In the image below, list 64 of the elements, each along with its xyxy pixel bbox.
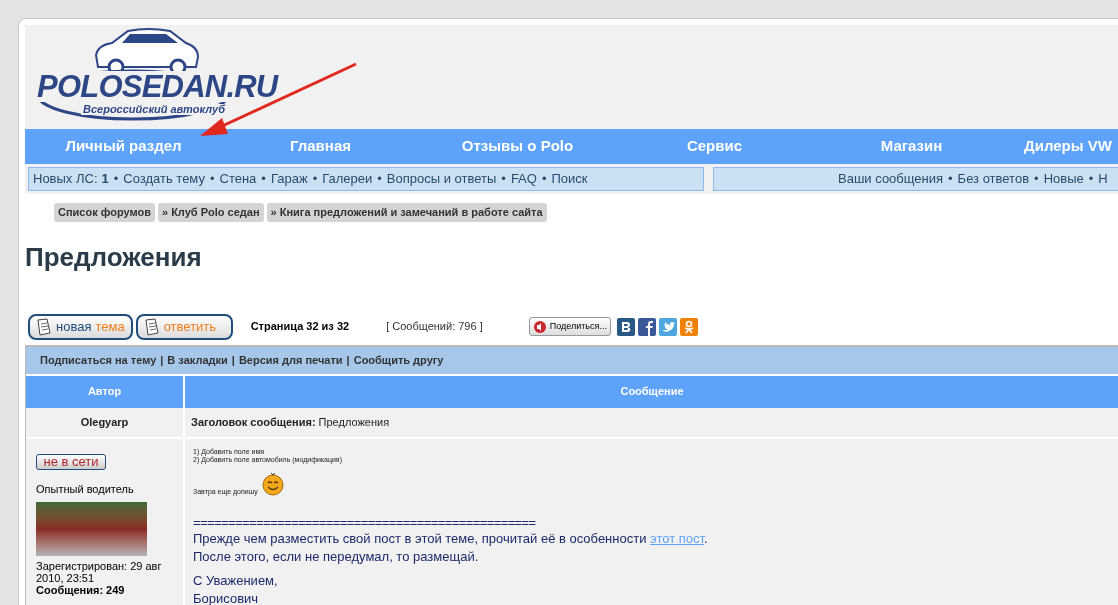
link-separator: | bbox=[231, 352, 235, 368]
quick-link[interactable]: Галереи bbox=[322, 169, 373, 189]
topic-tool-link[interactable]: Сообщить другу bbox=[353, 351, 444, 369]
document-icon bbox=[36, 317, 52, 336]
user-rank: Опытный водитель bbox=[36, 481, 135, 497]
bullet-separator: • bbox=[261, 170, 266, 189]
bullet-separator: • bbox=[501, 170, 506, 189]
topic-tool-link[interactable]: В закладки bbox=[167, 351, 228, 369]
button-label: ответить bbox=[163, 317, 217, 336]
breadcrumb-link[interactable]: » Клуб Polo седан bbox=[157, 203, 264, 222]
signature-line: С Уважением, bbox=[193, 571, 279, 590]
topic-tool-link[interactable]: Версия для печати bbox=[238, 351, 343, 369]
breadcrumb-link[interactable]: Список форумов bbox=[54, 203, 155, 222]
odnoklassniki-icon[interactable] bbox=[679, 317, 698, 336]
new-messages-count[interactable]: 1 bbox=[101, 169, 109, 189]
share-button[interactable]: Поделиться... bbox=[528, 317, 611, 336]
notice-punctuation: . bbox=[704, 530, 708, 546]
link-separator: | bbox=[160, 352, 164, 368]
column-header: Сообщение bbox=[619, 384, 685, 400]
page-indicator: Страница 32 из 32 bbox=[250, 319, 350, 335]
quick-link[interactable]: Создать тему bbox=[123, 169, 205, 189]
notice-text: Прежде чем разместить свой пост в этой теме, прочитай её в особенности bbox=[193, 530, 647, 546]
quick-link[interactable]: Стена bbox=[219, 169, 257, 189]
new-messages-label: Новых ЛС: bbox=[33, 170, 98, 189]
user-post-count: Сообщения: 249 bbox=[36, 584, 126, 596]
bullet-separator: • bbox=[1034, 170, 1039, 189]
button-label: тема bbox=[95, 317, 125, 336]
subject-label: Заголовок сообщения: bbox=[191, 414, 316, 430]
quick-link[interactable]: Вопросы и ответы bbox=[386, 169, 497, 189]
quick-link[interactable]: Без ответов bbox=[957, 169, 1030, 189]
post-count: [ Сообщений: 796 ] bbox=[386, 319, 483, 335]
subject-text: Предложения bbox=[318, 414, 390, 430]
bullet-separator: • bbox=[948, 170, 953, 189]
page-title: Предложения bbox=[25, 243, 203, 270]
quick-link[interactable]: Гараж bbox=[270, 169, 308, 189]
notice-text: После этого, если не передумал, то размещай. bbox=[193, 547, 480, 566]
logo-tagline: Всероссийский автоклуб bbox=[81, 104, 228, 115]
vk-icon[interactable] bbox=[616, 317, 635, 336]
bullet-separator: • bbox=[113, 170, 119, 189]
breadcrumb-link[interactable]: » Книга предложений и замечаний в работе сайта bbox=[266, 203, 547, 222]
link-separator: | bbox=[346, 352, 350, 368]
bullet-separator: • bbox=[377, 170, 382, 189]
speaker-icon bbox=[532, 319, 547, 334]
action-button[interactable]: новая тема bbox=[28, 313, 133, 340]
registration-date: Зарегистрирован: 29 авг 2010, 23:51 bbox=[36, 560, 163, 584]
topic-tool-link[interactable]: Подписаться на тему bbox=[40, 351, 157, 369]
smiley-icon bbox=[261, 471, 284, 496]
signature-line: Борисович bbox=[193, 589, 260, 605]
bullet-separator: • bbox=[541, 170, 547, 189]
author-name[interactable]: Olegyarp bbox=[80, 413, 129, 431]
facebook-icon[interactable] bbox=[637, 317, 656, 336]
bullet-separator: • bbox=[1088, 170, 1094, 189]
bullet-separator: • bbox=[209, 170, 215, 189]
status-badge: не в сети bbox=[36, 453, 106, 470]
button-label: новая bbox=[56, 317, 92, 336]
separator-line: ================================================= bbox=[193, 515, 537, 530]
quick-link[interactable]: Ваши сообщения bbox=[838, 169, 944, 189]
quick-link[interactable]: Новые bbox=[1043, 169, 1084, 189]
quick-link[interactable]: Поиск bbox=[551, 169, 588, 189]
quick-link[interactable]: Н bbox=[1098, 169, 1108, 189]
logo-name: POLOSEDAN.RU bbox=[35, 71, 280, 102]
document-icon bbox=[143, 317, 160, 336]
bullet-separator: • bbox=[312, 170, 318, 189]
quick-link[interactable]: FAQ bbox=[510, 169, 537, 189]
